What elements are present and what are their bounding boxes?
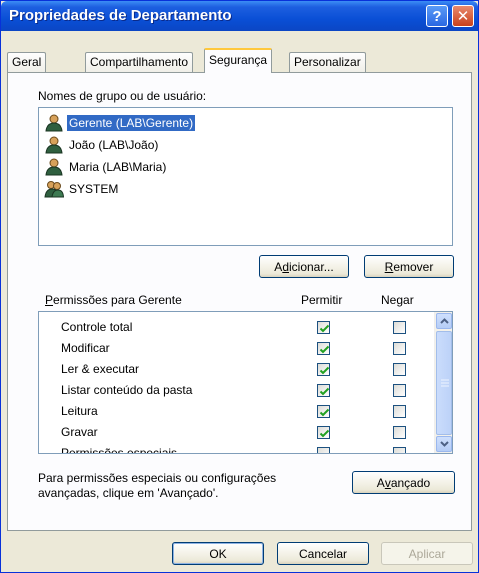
allow-checkbox[interactable] (317, 447, 330, 453)
help-button[interactable]: ? (426, 5, 448, 27)
check-icon (319, 366, 330, 375)
tab-compartilhamento[interactable]: Compartilhamento (85, 52, 194, 72)
check-icon (319, 408, 330, 417)
close-button[interactable]: ✕ (452, 5, 474, 27)
permissions-label: Permissões para Gerente (45, 293, 182, 307)
group-icon (44, 181, 64, 198)
check-icon (319, 324, 330, 333)
permission-name: Listar conteúdo da pasta (61, 383, 193, 397)
user-label: João (LAB\João) (69, 138, 159, 152)
permission-name: Leitura (61, 404, 98, 418)
grip-icon (441, 379, 449, 387)
apply-button[interactable]: Aplicar (381, 542, 473, 565)
deny-checkbox[interactable] (393, 321, 406, 334)
permissions-scrollbar[interactable] (434, 312, 452, 453)
advanced-button[interactable]: Av ançado (352, 471, 455, 494)
allow-column-header: Permitir (301, 293, 343, 307)
window-title: Propriedades de Departamento (9, 7, 232, 24)
title-bar[interactable]: Propriedades de Departamento ? ✕ (1, 1, 478, 31)
close-icon: ✕ (456, 8, 470, 25)
deny-checkbox[interactable] (393, 384, 406, 397)
permission-name: Gravar (61, 425, 98, 439)
scroll-up-button[interactable] (436, 313, 452, 329)
deny-checkbox[interactable] (393, 426, 406, 439)
list-item[interactable]: Maria (LAB\Maria) (41, 157, 450, 177)
user-icon (45, 114, 63, 132)
ok-button[interactable]: OK (172, 542, 264, 565)
user-label: Gerente (LAB\Gerente) (67, 115, 196, 131)
allow-checkbox[interactable] (317, 363, 330, 376)
table-row: Modificar (39, 338, 434, 359)
users-list-label: Nomes de grupo ou de usuário: (38, 89, 207, 103)
add-button[interactable]: Ad icionar... (259, 255, 349, 278)
deny-checkbox[interactable] (393, 405, 406, 418)
permission-name: Controle total (61, 320, 133, 334)
allow-checkbox[interactable] (317, 384, 330, 397)
table-row: Permissões especiais (39, 443, 434, 454)
deny-column-header: Negar (381, 293, 414, 307)
permission-name: Ler & executar (61, 362, 140, 376)
deny-checkbox[interactable] (393, 363, 406, 376)
table-row: Controle total (39, 317, 434, 338)
properties-dialog: Propriedades de Departamento ? ✕ Geral C… (0, 0, 479, 573)
user-icon (45, 136, 63, 154)
tab-geral[interactable]: Geral (7, 52, 47, 72)
tab-personalizar[interactable]: Personalizar (289, 52, 366, 72)
list-item[interactable]: João (LAB\João) (41, 135, 450, 155)
permission-name: Modificar (61, 341, 110, 355)
allow-checkbox[interactable] (317, 426, 330, 439)
table-row: Ler & executar (39, 359, 434, 380)
chevron-up-icon (439, 318, 449, 324)
user-icon (45, 158, 63, 176)
list-item[interactable]: SYSTEM (41, 179, 450, 199)
help-icon: ? (432, 7, 442, 25)
permissions-list[interactable]: Controle total Modificar Ler & executar … (38, 311, 453, 454)
advanced-note: Para permissões especiais ou configuraçõ… (38, 471, 277, 500)
table-row: Listar conteúdo da pasta (39, 380, 434, 401)
list-item[interactable]: Gerente (LAB\Gerente) (41, 113, 450, 133)
deny-checkbox[interactable] (393, 447, 406, 453)
scroll-thumb[interactable] (436, 331, 452, 435)
cancel-button[interactable]: Cancelar (277, 542, 369, 565)
allow-checkbox[interactable] (317, 405, 330, 418)
user-label: SYSTEM (69, 182, 119, 196)
permission-name: Permissões especiais (61, 446, 178, 454)
check-icon (319, 345, 330, 354)
user-label: Maria (LAB\Maria) (69, 160, 167, 174)
scroll-down-button[interactable] (436, 436, 452, 452)
users-list[interactable]: Gerente (LAB\Gerente) João (LAB\João) Ma… (38, 107, 453, 246)
tab-seguranca[interactable]: Segurança (204, 48, 273, 73)
allow-checkbox[interactable] (317, 342, 330, 355)
table-row: Gravar (39, 422, 434, 443)
deny-checkbox[interactable] (393, 342, 406, 355)
check-icon (319, 387, 330, 396)
check-icon (319, 429, 330, 438)
table-row: Leitura (39, 401, 434, 422)
allow-checkbox[interactable] (317, 321, 330, 334)
remove-button[interactable]: Remover (364, 255, 454, 278)
chevron-down-icon (439, 441, 449, 447)
